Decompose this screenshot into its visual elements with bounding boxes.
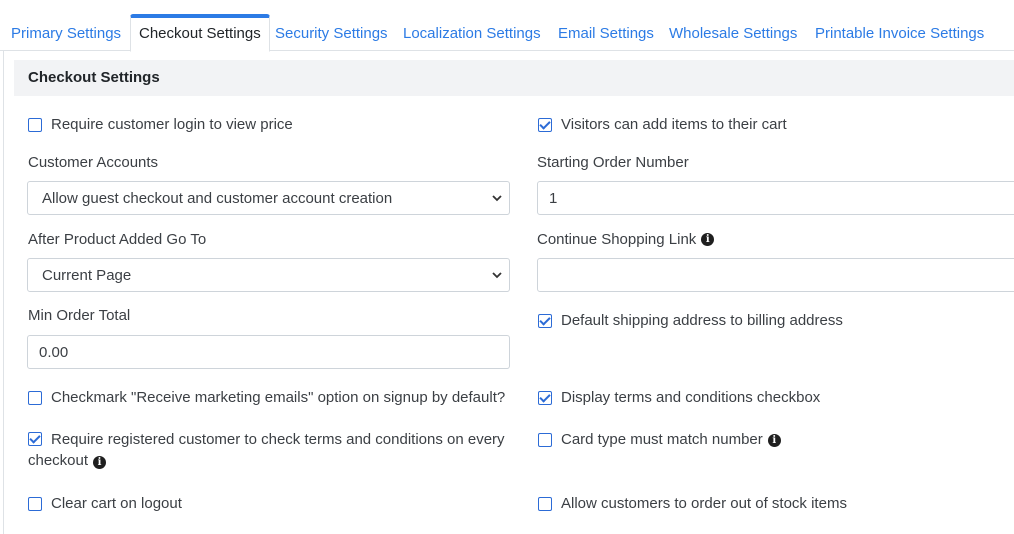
after-product-added-value: Current Page: [42, 267, 132, 284]
starting-order-label: Starting Order Number: [537, 154, 689, 171]
card-type-row: Card type must match number i: [538, 431, 781, 448]
card-type-label: Card type must match number: [561, 431, 763, 448]
settings-tabs: Primary Settings Checkout Settings Secur…: [0, 0, 1014, 52]
continue-shopping-input[interactable]: [537, 258, 1014, 292]
require-terms-checkbox[interactable]: [28, 432, 42, 446]
tab-email-settings[interactable]: Email Settings: [558, 14, 654, 51]
tab-wholesale-settings[interactable]: Wholesale Settings: [669, 14, 797, 51]
out-of-stock-label: Allow customers to order out of stock it…: [561, 495, 847, 512]
require-login-label: Require customer login to view price: [51, 116, 293, 133]
display-terms-label: Display terms and conditions checkbox: [561, 389, 821, 406]
info-circle-icon[interactable]: i: [93, 456, 107, 469]
require-login-checkbox[interactable]: [28, 118, 42, 132]
tab-checkout-settings[interactable]: Checkout Settings: [130, 14, 270, 52]
customer-accounts-select[interactable]: Allow guest checkout and customer accoun…: [27, 181, 510, 215]
marketing-default-row: Checkmark "Receive marketing emails" opt…: [28, 389, 505, 406]
display-terms-checkbox[interactable]: [538, 391, 552, 405]
display-terms-row: Display terms and conditions checkbox: [538, 389, 820, 406]
after-product-added-label: After Product Added Go To: [28, 231, 207, 248]
chevron-down-icon: [492, 195, 502, 202]
tab-printable-invoice-settings[interactable]: Printable Invoice Settings: [815, 14, 984, 51]
customer-accounts-value: Allow guest checkout and customer accoun…: [42, 190, 393, 207]
require-terms-label-cont: checkout: [28, 452, 89, 469]
panel-border: [3, 51, 4, 534]
customer-accounts-label: Customer Accounts: [28, 154, 159, 171]
info-circle-icon[interactable]: i: [701, 233, 715, 246]
visitors-add-label: Visitors can add items to their cart: [561, 116, 787, 133]
starting-order-input[interactable]: 1: [537, 181, 1014, 215]
after-product-added-select[interactable]: Current Page: [27, 258, 510, 292]
continue-shopping-label-row: Continue Shopping Link i: [537, 231, 715, 248]
default-shipping-row: Default shipping address to billing addr…: [538, 312, 843, 329]
out-of-stock-checkbox[interactable]: [538, 497, 552, 511]
min-order-total-label: Min Order Total: [28, 307, 131, 324]
require-terms-label: Require registered customer to check ter…: [51, 431, 505, 448]
continue-shopping-label: Continue Shopping Link: [537, 231, 697, 248]
min-order-total-input[interactable]: 0.00: [27, 335, 510, 369]
visitors-add-row: Visitors can add items to their cart: [538, 116, 787, 133]
marketing-default-checkbox[interactable]: [28, 391, 42, 405]
visitors-add-checkbox[interactable]: [538, 118, 552, 132]
out-of-stock-row: Allow customers to order out of stock it…: [538, 495, 847, 512]
tab-localization-settings[interactable]: Localization Settings: [403, 14, 541, 51]
info-circle-icon[interactable]: i: [767, 434, 781, 447]
clear-cart-row: Clear cart on logout: [28, 495, 182, 512]
default-shipping-checkbox[interactable]: [538, 314, 552, 328]
card-type-checkbox[interactable]: [538, 433, 552, 447]
require-terms-row: Require registered customer to check ter…: [28, 429, 508, 471]
clear-cart-checkbox[interactable]: [28, 497, 42, 511]
chevron-down-icon: [492, 272, 502, 279]
tab-security-settings[interactable]: Security Settings: [275, 14, 388, 51]
require-login-row: Require customer login to view price: [28, 116, 293, 133]
clear-cart-label: Clear cart on logout: [51, 495, 182, 512]
marketing-default-label: Checkmark "Receive marketing emails" opt…: [51, 389, 506, 406]
section-title: Checkout Settings: [14, 60, 1014, 96]
tab-primary-settings[interactable]: Primary Settings: [11, 14, 121, 51]
default-shipping-label: Default shipping address to billing addr…: [561, 312, 843, 329]
